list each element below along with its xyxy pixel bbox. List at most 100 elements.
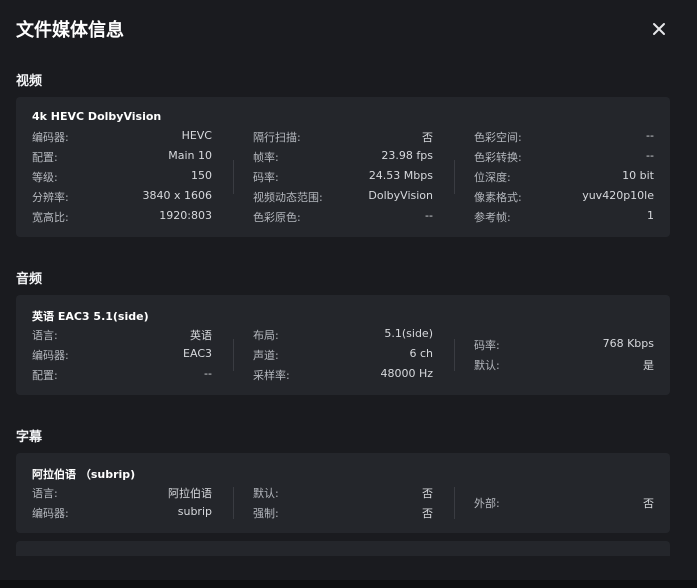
info-value: 否	[422, 487, 433, 500]
info-value: 1920:803	[159, 209, 212, 222]
info-value: 48000 Hz	[380, 367, 433, 380]
info-row: 默认: 是	[474, 357, 654, 377]
column-divider	[454, 487, 455, 519]
audio-card-title: 英语 EAC3 5.1(side)	[32, 310, 149, 323]
info-row: 编码器: subrip	[32, 505, 212, 525]
info-row: 隔行扫描: 否	[253, 129, 433, 149]
info-value: 否	[422, 507, 433, 520]
info-value: --	[646, 149, 654, 162]
info-row: 声道: 6 ch	[253, 347, 433, 367]
info-label: 编码器:	[32, 131, 69, 144]
info-label: 隔行扫描:	[253, 131, 301, 144]
audio-section-title: 音频	[16, 272, 43, 287]
info-row: 布局: 5.1(side)	[253, 327, 433, 347]
info-row: 语言: 阿拉伯语	[32, 485, 212, 505]
info-value: 23.98 fps	[381, 149, 433, 162]
info-label: 编码器:	[32, 349, 69, 362]
info-label: 参考帧:	[474, 211, 511, 224]
info-row: 位深度: 10 bit	[474, 169, 654, 189]
column-divider	[454, 339, 455, 371]
info-value: HEVC	[181, 129, 212, 142]
info-label: 声道:	[253, 349, 279, 362]
info-row: 色彩空间: --	[474, 129, 654, 149]
info-value: 否	[643, 497, 654, 510]
info-row: 参考帧: 1	[474, 209, 654, 229]
info-value: 否	[422, 131, 433, 144]
info-label: 帧率:	[253, 151, 279, 164]
info-value: Main 10	[168, 149, 212, 162]
info-label: 配置:	[32, 369, 58, 382]
info-row: 分辨率: 3840 x 1606	[32, 189, 212, 209]
info-row: 色彩原色: --	[253, 209, 433, 229]
info-row: 等级: 150	[32, 169, 212, 189]
info-row: 配置: --	[32, 367, 212, 387]
info-label: 色彩空间:	[474, 131, 522, 144]
info-value: --	[646, 129, 654, 142]
info-value: 阿拉伯语	[168, 487, 212, 500]
info-label: 色彩原色:	[253, 211, 301, 224]
info-row: 宽高比: 1920:803	[32, 209, 212, 229]
info-value: 5.1(side)	[384, 327, 433, 340]
info-value: DolbyVision	[368, 189, 433, 202]
info-label: 语言:	[32, 487, 58, 500]
info-row: 码率: 24.53 Mbps	[253, 169, 433, 189]
column-divider	[233, 487, 234, 519]
info-row: 色彩转换: --	[474, 149, 654, 169]
info-value: --	[425, 209, 433, 222]
info-label: 采样率:	[253, 369, 290, 382]
info-value: 150	[191, 169, 212, 182]
info-value: yuv420p10le	[582, 189, 654, 202]
info-label: 默认:	[474, 359, 500, 372]
info-label: 等级:	[32, 171, 58, 184]
column-divider	[454, 160, 455, 194]
subtitle-card-title: 阿拉伯语 （subrip)	[32, 468, 136, 481]
info-value: subrip	[177, 505, 212, 518]
info-row: 像素格式: yuv420p10le	[474, 189, 654, 209]
info-row: 外部: 否	[474, 495, 654, 515]
info-row: 码率: 768 Kbps	[474, 337, 654, 357]
info-label: 色彩转换:	[474, 151, 522, 164]
close-icon	[653, 23, 665, 35]
info-value: 10 bit	[622, 169, 654, 182]
info-label: 默认:	[253, 487, 279, 500]
dialog-title: 文件媒体信息	[16, 20, 124, 41]
info-value: 6 ch	[409, 347, 433, 360]
info-label: 码率:	[253, 171, 279, 184]
info-value: 24.53 Mbps	[368, 169, 433, 182]
video-section-title: 视频	[16, 74, 43, 89]
info-label: 分辨率:	[32, 191, 69, 204]
info-label: 布局:	[253, 329, 279, 342]
audio-card: 英语 EAC3 5.1(side) 语言: 英语 编码器: EAC3 配置: -- 布…	[16, 295, 670, 395]
info-row: 编码器: HEVC	[32, 129, 212, 149]
info-value: EAC3	[183, 347, 212, 360]
close-button[interactable]	[648, 18, 670, 40]
info-label: 语言:	[32, 329, 58, 342]
info-row: 默认: 否	[253, 485, 433, 505]
bottom-strip	[0, 580, 697, 588]
info-label: 配置:	[32, 151, 58, 164]
info-value: 1	[647, 209, 654, 222]
info-value: 768 Kbps	[602, 337, 654, 350]
info-row: 配置: Main 10	[32, 149, 212, 169]
info-value: 是	[643, 359, 654, 372]
video-card: 4k HEVC DolbyVision 编码器: HEVC 配置: Main 10 …	[16, 97, 670, 237]
column-divider	[233, 160, 234, 194]
subtitle-card: 阿拉伯语 （subrip) 语言: 阿拉伯语 编码器: subrip 默认: 否 强制…	[16, 453, 670, 533]
info-label: 位深度:	[474, 171, 511, 184]
info-label: 外部:	[474, 497, 500, 510]
info-row: 语言: 英语	[32, 327, 212, 347]
info-label: 编码器:	[32, 507, 69, 520]
info-value: 3840 x 1606	[142, 189, 213, 202]
scroll-fade	[0, 556, 697, 580]
info-row: 编码器: EAC3	[32, 347, 212, 367]
subtitle-section-title: 字幕	[16, 430, 43, 445]
media-info-dialog: 文件媒体信息 视频 4k HEVC DolbyVision 编码器: HEVC 配…	[0, 0, 697, 580]
info-label: 强制:	[253, 507, 279, 520]
info-row: 采样率: 48000 Hz	[253, 367, 433, 387]
column-divider	[233, 339, 234, 371]
info-label: 宽高比:	[32, 211, 69, 224]
info-label: 像素格式:	[474, 191, 522, 204]
info-row: 帧率: 23.98 fps	[253, 149, 433, 169]
info-value: 英语	[190, 329, 212, 342]
info-row: 视频动态范围: DolbyVision	[253, 189, 433, 209]
